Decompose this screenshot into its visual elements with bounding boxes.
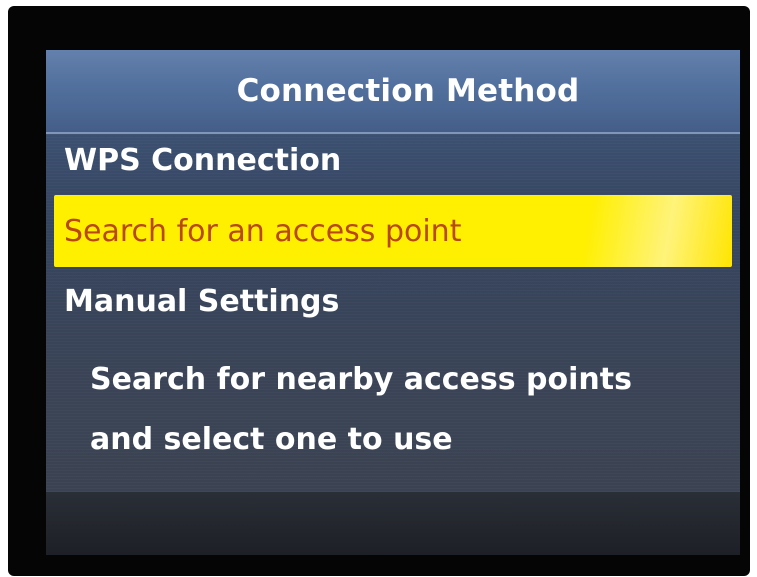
menu-item-search-access-point[interactable]: Search for an access point [54,195,732,267]
menu-item-wps-connection[interactable]: WPS Connection [46,126,740,195]
help-description-line-1: Search for nearby access points [90,362,632,397]
menu-item-label: Manual Settings [64,284,340,319]
menu-item-label: WPS Connection [64,143,342,178]
device-bezel: Connection Method WPS Connection Search … [8,6,750,576]
help-description-line-2: and select one to use [90,422,453,457]
page-title: Connection Method [236,73,580,109]
help-description: Search for nearby access points and sele… [90,350,730,470]
menu-item-label: Search for an access point [64,213,462,249]
title-bar: Connection Method [46,50,740,134]
menu-item-manual-settings[interactable]: Manual Settings [46,267,740,336]
bottom-bar [46,492,740,555]
connection-method-menu: WPS Connection Search for an access poin… [46,126,740,336]
lcd-screen: Connection Method WPS Connection Search … [46,50,740,555]
